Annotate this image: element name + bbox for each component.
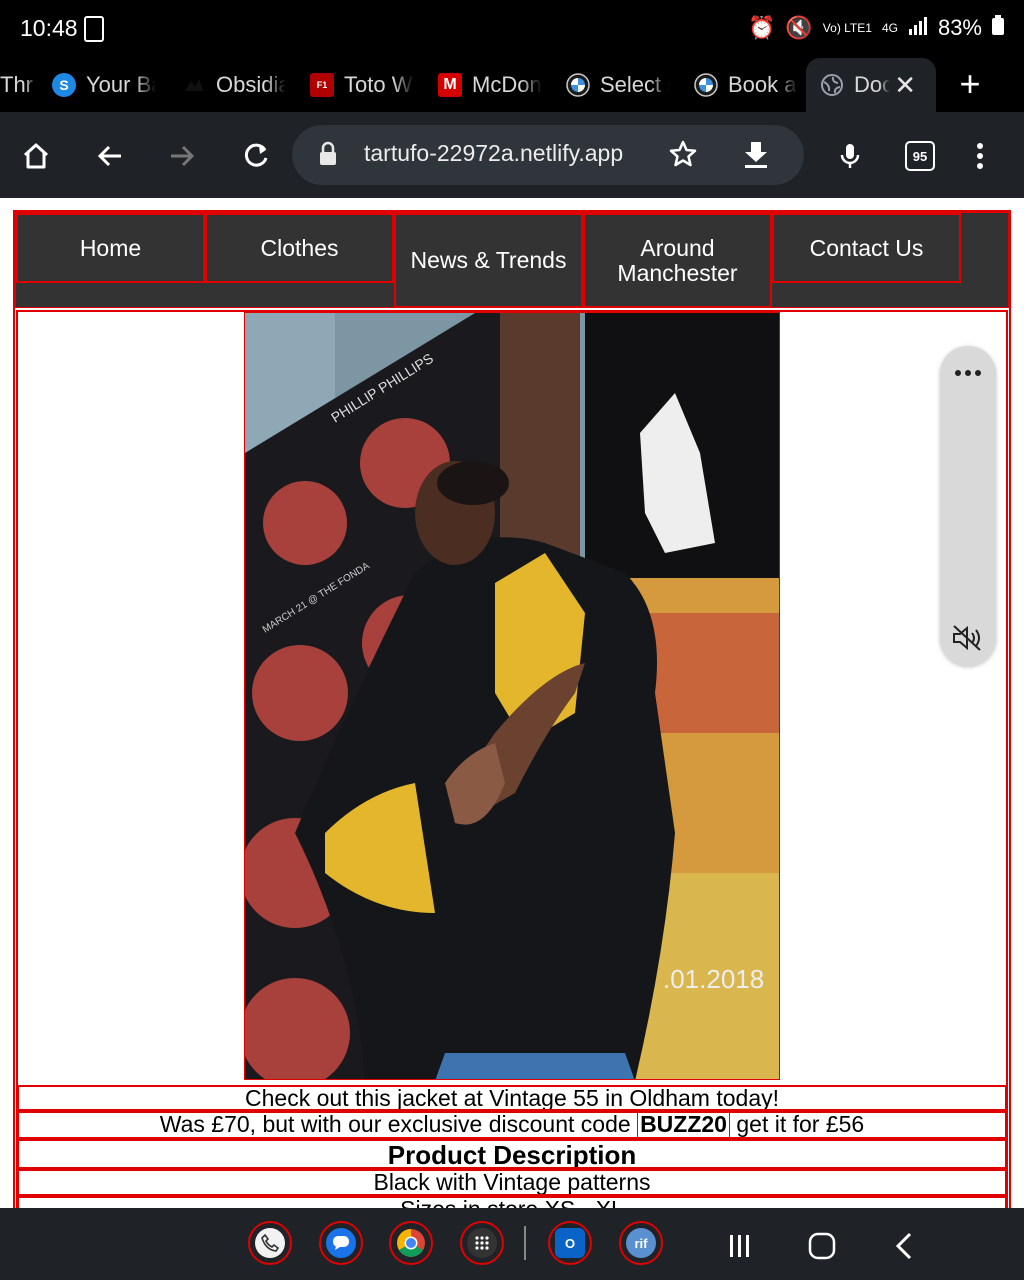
price-text-before: Was £70, but with our exclusive discount… <box>159 1111 638 1137</box>
tab-0[interactable]: Thr <box>0 58 36 112</box>
tab-1[interactable]: S Your Ba <box>38 58 166 112</box>
nav-around-manchester[interactable]: Around Manchester <box>583 213 772 308</box>
tab-switcher-button[interactable]: 95 <box>898 134 942 178</box>
outlook-icon: O <box>555 1228 585 1258</box>
nav-clothes[interactable]: Clothes <box>205 213 394 283</box>
price-line: Was £70, but with our exclusive discount… <box>17 1111 1007 1139</box>
signal-icon <box>908 15 928 41</box>
forward-arrow-icon[interactable] <box>160 134 204 178</box>
home-nav-icon[interactable] <box>802 1226 842 1266</box>
f1-icon: F1 <box>310 73 334 97</box>
tab-2[interactable]: Obsidia <box>168 58 294 112</box>
tab-6[interactable]: Book a <box>680 58 806 112</box>
nfc-phone-icon <box>84 16 104 42</box>
tab-title: Toto W <box>344 72 413 97</box>
download-icon[interactable] <box>742 139 770 174</box>
lock-icon <box>318 141 338 172</box>
status-icons: ⏰ 🔇 Vo) LTE1 4G 83% <box>748 15 1004 41</box>
mute-icon: 🔇 <box>785 15 813 40</box>
recent-apps-icon[interactable] <box>720 1226 760 1266</box>
dock-rif[interactable]: rif <box>619 1221 663 1265</box>
close-tab-icon[interactable]: ✕ <box>894 70 916 101</box>
mcdonalds-icon: M <box>438 73 462 97</box>
price-text-after: get it for £56 <box>729 1111 865 1137</box>
back-arrow-icon[interactable] <box>88 134 132 178</box>
chrome-icon <box>396 1228 426 1258</box>
dock-chrome[interactable] <box>389 1221 433 1265</box>
network-type: 4G <box>881 21 898 35</box>
dock-divider <box>524 1226 526 1260</box>
bmw-icon <box>566 73 590 97</box>
tab-4[interactable]: M McDon <box>424 58 550 112</box>
dock-outlook[interactable]: O <box>548 1221 592 1265</box>
tab-3[interactable]: F1 Toto W <box>296 58 422 112</box>
dock-app-drawer[interactable] <box>460 1221 504 1265</box>
tab-5[interactable]: Select s <box>552 58 678 112</box>
sizes-line: Sizes in store XS - XL <box>17 1196 1007 1208</box>
microphone-icon[interactable] <box>828 134 872 178</box>
tab-strip: Thr S Your Ba Obsidia F1 Toto W M McDon … <box>0 58 1024 112</box>
colour-text: Black with Vintage patterns <box>373 1169 651 1195</box>
tab-title: Select s <box>600 72 670 97</box>
heading-text: Product Description <box>387 1140 637 1169</box>
status-bar: 10:48 ⏰ 🔇 Vo) LTE1 4G 83% <box>0 0 1024 58</box>
tab-count: 95 <box>905 141 935 171</box>
floating-media-panel[interactable] <box>940 346 996 666</box>
tab-title: Book a <box>728 72 797 97</box>
tab-title: McDon <box>472 72 542 97</box>
s-logo-icon: S <box>52 73 76 97</box>
tab-title: Thr <box>0 72 33 97</box>
promo-line: Check out this jacket at Vintage 55 in O… <box>17 1085 1007 1111</box>
phone-icon <box>255 1228 285 1258</box>
dock-messages[interactable] <box>319 1221 363 1265</box>
battery-icon <box>992 15 1004 41</box>
home-icon[interactable] <box>14 134 58 178</box>
colour-line: Black with Vintage patterns <box>17 1169 1007 1196</box>
new-tab-button[interactable]: + <box>950 58 990 112</box>
dock-phone[interactable] <box>248 1221 292 1265</box>
poster-year: .01.2018 <box>663 964 764 994</box>
tab-title: Your Ba <box>86 72 156 97</box>
tab-title: Obsidia <box>216 72 286 97</box>
promo-text: Check out this jacket at Vintage 55 in O… <box>245 1085 779 1111</box>
product-description-heading: Product Description <box>17 1139 1007 1169</box>
volte-label: Vo) LTE1 <box>822 21 872 35</box>
bookmark-star-icon[interactable] <box>668 139 698 174</box>
sizes-text: Sizes in store XS - XL <box>400 1198 624 1208</box>
menu-kebab-icon[interactable] <box>958 134 1002 178</box>
status-time: 10:48 <box>20 15 78 41</box>
nav-home[interactable]: Home <box>16 213 205 283</box>
nav-news-trends[interactable]: News & Trends <box>394 213 583 308</box>
discount-code: BUZZ20 <box>637 1113 730 1137</box>
url-text: tartufo-22972a.netlify.app <box>364 140 624 166</box>
nav-contact-us[interactable]: Contact Us <box>772 213 961 283</box>
address-bar[interactable]: tartufo-22972a.netlify.app <box>292 125 804 185</box>
system-navigation-bar: O rif <box>0 1208 1024 1280</box>
web-page: Home Clothes News & Trends Around Manche… <box>0 198 1024 1208</box>
apps-grid-icon <box>467 1228 497 1258</box>
reload-icon[interactable] <box>234 134 278 178</box>
alarm-icon: ⏰ <box>747 15 776 40</box>
back-nav-icon[interactable] <box>884 1226 924 1266</box>
volume-mute-icon[interactable] <box>952 624 984 657</box>
bmw-icon <box>694 73 718 97</box>
chat-bubble-icon <box>326 1228 356 1258</box>
site-nav: Home Clothes News & Trends Around Manche… <box>15 212 1009 308</box>
tab-title: Doc <box>854 72 890 97</box>
obsidian-icon <box>182 73 206 97</box>
product-photo: PHILLIP PHILLIPS MARCH 21 @ THE FONDA .0… <box>244 312 780 1080</box>
globe-icon <box>820 73 844 97</box>
tab-7-active[interactable]: Doc ✕ <box>806 58 936 112</box>
rif-icon: rif <box>626 1228 656 1258</box>
more-options-icon[interactable] <box>954 364 982 382</box>
battery-level: 83% <box>937 15 982 40</box>
